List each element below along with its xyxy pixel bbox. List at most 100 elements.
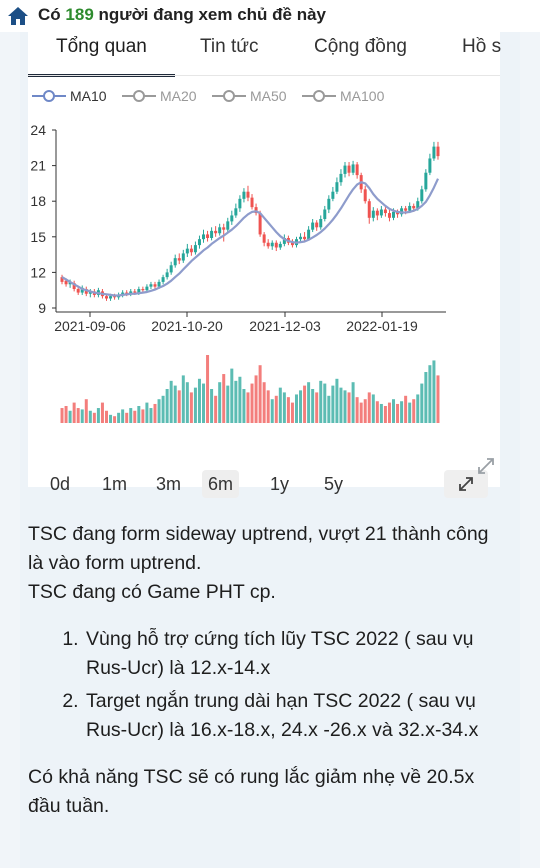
volume-bar: [197, 378, 201, 423]
candle-body: [307, 229, 311, 240]
volume-bar: [149, 408, 153, 423]
candle-body: [420, 189, 424, 202]
volume-bar: [100, 402, 104, 423]
volume-bar: [270, 399, 274, 423]
volume-bar: [165, 389, 169, 423]
candle-body: [197, 239, 201, 246]
volume-bar: [420, 383, 424, 423]
volume-bar: [428, 365, 432, 423]
page-gutter: [520, 32, 540, 868]
candle-body: [76, 289, 80, 293]
volume-bar: [169, 380, 173, 423]
y-tick-label: 15: [30, 229, 46, 245]
candle-body: [210, 230, 214, 238]
candle-body: [432, 146, 436, 159]
volume-bar: [145, 402, 149, 423]
volume-bar: [416, 394, 420, 423]
candle-body: [392, 211, 396, 218]
candle-body: [230, 215, 234, 222]
candle-body: [250, 197, 254, 208]
volume-bar: [68, 410, 72, 423]
range-3m[interactable]: 3m: [150, 470, 187, 498]
volume-bar: [315, 392, 319, 423]
price-chart[interactable]: 9 12 15 18 21 24 2021-09-06 2021-10-20 2021-12-0…: [28, 32, 500, 464]
volume-bar: [76, 408, 80, 423]
post-paragraph-1: TSC đang form sideway uptrend, vượt 21 t…: [28, 523, 489, 574]
candle-body: [109, 296, 113, 299]
volume-bar: [109, 414, 113, 423]
volume-bar: [210, 389, 214, 423]
volume-bar: [294, 394, 298, 423]
candle-body: [311, 222, 315, 230]
candle-body: [202, 234, 206, 240]
post-list-item-2: Target ngắn trung dài hạn TSC 2022 ( sau…: [84, 687, 508, 745]
candle-body: [355, 164, 359, 176]
candle-body: [238, 198, 242, 209]
y-tick-label: 12: [30, 264, 46, 280]
range-1m[interactable]: 1m: [96, 470, 133, 498]
volume-bar: [230, 368, 234, 423]
volume-bar: [379, 403, 383, 423]
range-5y[interactable]: 5y: [318, 470, 349, 498]
candle-body: [218, 227, 222, 234]
volume-bar: [290, 402, 294, 423]
volume-bar: [408, 402, 412, 423]
y-tick-label: 24: [30, 122, 46, 138]
volume-bar: [383, 406, 387, 423]
x-tick-label: 2022-01-19: [346, 318, 418, 334]
candle-body: [214, 230, 218, 234]
volume-bar: [355, 397, 359, 423]
volume-bar: [307, 382, 311, 423]
volume-bar: [222, 374, 226, 423]
candle-body: [189, 248, 193, 253]
volume-bar: [303, 385, 307, 423]
volume-bar: [64, 406, 68, 423]
candle-body: [371, 210, 375, 218]
candle-body: [193, 245, 197, 253]
x-tick-label: 2021-12-03: [249, 318, 321, 334]
post-paragraph-3: Có khả năng TSC sẽ có rung lắc giảm nhẹ …: [28, 766, 475, 817]
candle-body: [226, 221, 230, 230]
ma10-line: [61, 178, 439, 297]
volume-bar: [339, 387, 343, 423]
candle-body: [177, 258, 181, 261]
volume-bar: [424, 372, 428, 423]
volume-bar: [214, 395, 218, 423]
volume-bar: [331, 385, 335, 423]
post-list-item-1: Vùng hỗ trợ cứng tích lũy TSC 2022 ( sau…: [84, 625, 508, 683]
range-6m[interactable]: 6m: [202, 470, 240, 498]
candle-body: [222, 227, 226, 230]
candle-body: [169, 265, 173, 273]
volume-bar: [96, 408, 100, 423]
candle-body: [165, 272, 169, 278]
volume-bar: [258, 365, 262, 423]
candle-body: [185, 248, 189, 254]
range-0d[interactable]: 0d: [44, 470, 76, 498]
candle-body: [343, 165, 347, 174]
volume-bar: [412, 399, 416, 423]
volume-bar: [286, 397, 290, 423]
candle-body: [258, 213, 262, 235]
x-tick-label: 2021-09-06: [54, 318, 126, 334]
volume-bar: [226, 385, 230, 423]
volume-bar: [161, 395, 165, 423]
resize-icon[interactable]: [476, 456, 496, 476]
home-icon[interactable]: [6, 5, 30, 27]
candle-body: [351, 164, 355, 173]
volume-bar: [113, 416, 117, 423]
y-tick-label: 9: [38, 300, 46, 316]
volume-bar: [319, 380, 323, 423]
candle-body: [157, 281, 161, 287]
candle-body: [428, 158, 432, 173]
volume-bar: [404, 395, 408, 423]
volume-bar: [242, 389, 246, 423]
range-1y[interactable]: 1y: [264, 470, 295, 498]
volume-bar: [177, 390, 181, 423]
candle-body: [149, 284, 153, 287]
volume-bar: [436, 375, 440, 423]
viewers-text: Có 189 người đang xem chủ đề này: [38, 5, 326, 25]
candle-body: [347, 165, 351, 173]
candle-body: [234, 208, 238, 216]
candle-body: [246, 191, 250, 198]
volume-bar: [347, 392, 351, 423]
